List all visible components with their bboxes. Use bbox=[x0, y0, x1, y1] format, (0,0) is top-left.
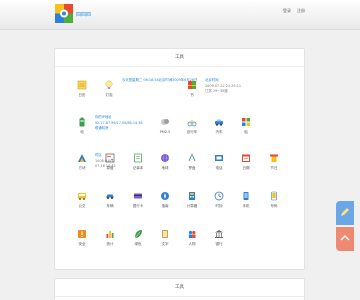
phone-icon bbox=[215, 155, 223, 161]
grid-item-leaf[interactable]: 绿色 bbox=[123, 229, 153, 247]
grid-item-blocks[interactable]: 方块 bbox=[67, 153, 97, 171]
grid-item-compass[interactable]: 罗盘 bbox=[177, 153, 207, 171]
pm25-icon bbox=[161, 119, 169, 125]
site-name: 四四四 bbox=[76, 12, 92, 18]
grid-item-mobile2[interactable]: 号码 bbox=[259, 191, 289, 209]
globe-icon bbox=[161, 153, 169, 163]
festival-icon bbox=[270, 154, 278, 162]
second-panel-title: 工具 bbox=[55, 279, 304, 297]
register-link[interactable]: 注册 bbox=[297, 8, 305, 14]
grid-item-book[interactable]: 书 bbox=[177, 80, 207, 98]
top-bar: 四四四 登录 注册 bbox=[0, 0, 360, 30]
pencil-icon bbox=[341, 208, 349, 216]
battery-icon bbox=[79, 117, 85, 127]
grid-item-bulb[interactable]: 灯泡 bbox=[94, 80, 124, 98]
ship-icon bbox=[242, 118, 250, 126]
grid-item-car[interactable]: 汽车 bbox=[204, 117, 234, 135]
calendar-icon bbox=[77, 80, 87, 90]
chart-icon bbox=[106, 231, 114, 238]
car2-icon bbox=[106, 194, 114, 199]
grid-item-globe[interactable]: 地球 bbox=[150, 153, 180, 171]
car-icon bbox=[215, 119, 223, 126]
grid-item-warning[interactable]: 安全 bbox=[67, 229, 97, 247]
side-float-up-button[interactable] bbox=[336, 201, 354, 225]
mobile-icon bbox=[243, 192, 249, 200]
blocks-icon bbox=[78, 154, 86, 162]
tools-panel: 工具 今天是星期二 06:18:54北京时间2009年6月26日 北京时间 20… bbox=[54, 48, 305, 270]
card-icon bbox=[134, 193, 142, 199]
book-icon bbox=[188, 81, 196, 89]
datebook-icon bbox=[242, 154, 250, 162]
grid-item-car2[interactable]: 车辆 bbox=[95, 191, 125, 209]
grid-item-abacus[interactable]: 算盘 bbox=[95, 153, 125, 171]
top-links: 登录 注册 bbox=[283, 8, 305, 14]
grid-item-calc[interactable]: 计算器 bbox=[177, 191, 207, 209]
bank-icon bbox=[215, 230, 223, 238]
date-block: 北京时间 2009-07-22 21:29:11 江苏 29~35度 bbox=[205, 78, 241, 95]
calc-icon bbox=[189, 192, 195, 200]
warning-icon bbox=[78, 230, 86, 238]
book2-icon bbox=[162, 230, 168, 238]
clock-icon bbox=[214, 191, 224, 201]
grid-item-bank[interactable]: 银行 bbox=[204, 229, 234, 247]
people-icon bbox=[188, 230, 196, 238]
side-float-down-button[interactable] bbox=[336, 227, 354, 251]
grid-item-compass2[interactable]: 指南 bbox=[150, 191, 180, 209]
compass-icon bbox=[188, 153, 196, 162]
grid-item-phone[interactable]: 电话 bbox=[204, 153, 234, 171]
grid-item-clock[interactable]: 时钟 bbox=[204, 191, 234, 209]
bike-icon bbox=[187, 119, 197, 127]
bus-icon bbox=[78, 193, 86, 200]
grid-item-chart[interactable]: 统计 bbox=[95, 229, 125, 247]
date-extra: 江苏 29~35度 bbox=[205, 89, 228, 93]
ip-block: 你的IP地址 92.17.87.96/17.09/80.14.36 联通机房 bbox=[95, 115, 143, 132]
grid-item-pm25[interactable]: PM2.5 bbox=[150, 117, 180, 134]
leaf-icon bbox=[134, 230, 142, 239]
chevron-up-icon bbox=[340, 235, 350, 241]
abacus-icon bbox=[105, 153, 115, 163]
grid-item-notebook[interactable]: 记事本 bbox=[123, 153, 153, 171]
bulb-icon bbox=[105, 80, 113, 89]
grid-item-battery[interactable]: 电 bbox=[67, 117, 97, 135]
second-panel: 工具 bbox=[54, 278, 305, 300]
ip-extra[interactable]: 联通机房 bbox=[95, 126, 143, 132]
grid-item-datebook[interactable]: 日期 bbox=[231, 153, 261, 171]
site-logo[interactable] bbox=[55, 4, 73, 23]
grid-item-mobile[interactable]: 手机 bbox=[231, 191, 261, 209]
grid-item-ship[interactable]: 船 bbox=[231, 117, 261, 135]
login-link[interactable]: 登录 bbox=[283, 8, 291, 14]
grid-item-people[interactable]: 人物 bbox=[177, 229, 207, 247]
grid-item-book2[interactable]: 文字 bbox=[150, 229, 180, 247]
compass2-icon bbox=[161, 192, 169, 200]
notebook-icon bbox=[134, 153, 142, 163]
mobile2-icon bbox=[271, 191, 277, 201]
grid-item-bus[interactable]: 公交 bbox=[67, 191, 97, 209]
panel-title: 工具 bbox=[55, 49, 304, 67]
grid-item-calendar[interactable]: 日历 bbox=[67, 80, 97, 98]
grid-item-festival[interactable]: 节日 bbox=[259, 153, 289, 171]
grid-item-bike[interactable]: 自行车 bbox=[177, 117, 207, 135]
grid-item-card[interactable]: 银行卡 bbox=[123, 191, 153, 209]
